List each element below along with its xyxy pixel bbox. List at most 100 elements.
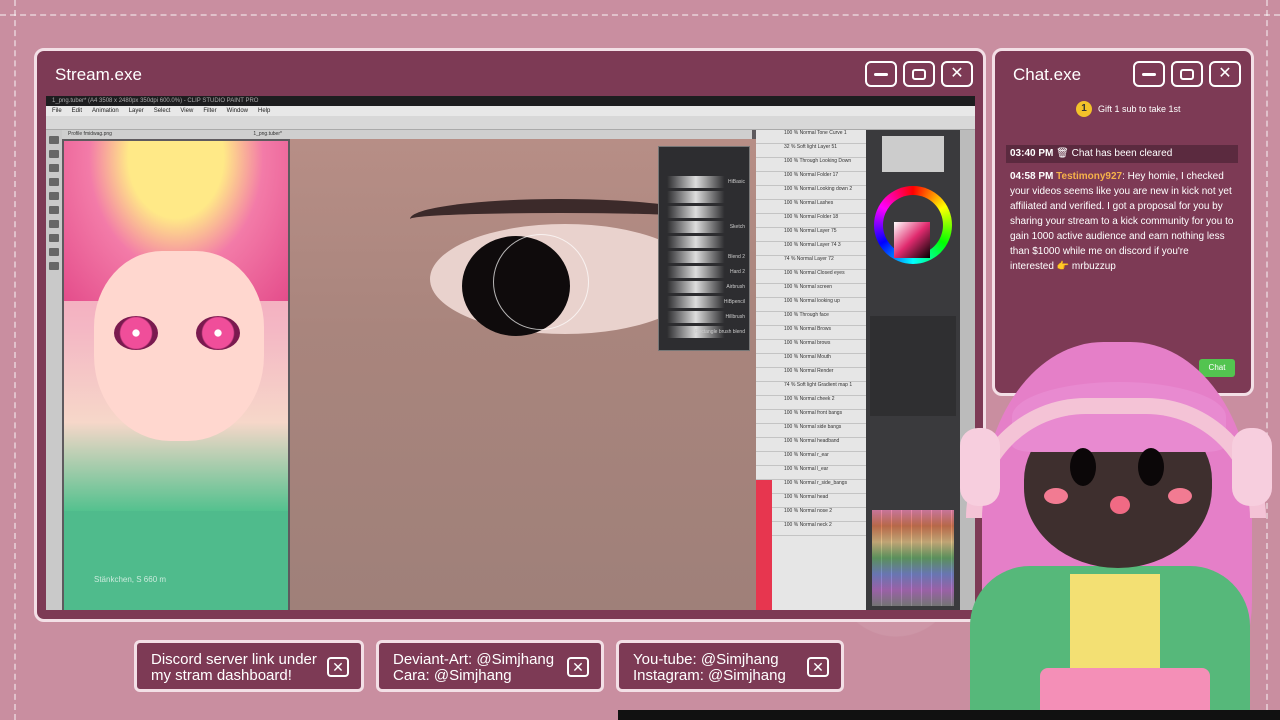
layer-row[interactable]: 100 % Normal l_ear (756, 466, 866, 480)
character-eye-right (196, 316, 240, 350)
headphone-ear-left (960, 428, 1000, 506)
layer-row[interactable]: 100 % Normal r_ear (756, 452, 866, 466)
tool-icon[interactable] (49, 248, 59, 256)
tool-property-panel[interactable] (870, 316, 956, 416)
close-icon[interactable]: ✕ (327, 657, 349, 677)
layer-row[interactable]: 100 % Normal neck 2 (756, 522, 866, 536)
layer-row[interactable]: 100 % Through face (756, 312, 866, 326)
color-square[interactable] (894, 222, 930, 258)
menu-animation[interactable]: Animation (92, 106, 119, 116)
layer-row[interactable]: 100 % Normal looking up (756, 298, 866, 312)
layer-row[interactable]: 100 % Normal Layer 75 (756, 228, 866, 242)
subtool-item[interactable]: Sketch (663, 221, 745, 233)
tool-icon[interactable] (49, 164, 59, 172)
layer-row[interactable]: 100 % Normal Brows (756, 326, 866, 340)
pinned-gift-banner[interactable]: 1 Gift 1 sub to take 1st (1076, 101, 1181, 117)
menu-filter[interactable]: Filter (203, 106, 216, 116)
tool-icon[interactable] (49, 178, 59, 186)
subtool-item[interactable]: Airbrush (663, 281, 745, 293)
close-icon[interactable]: ✕ (567, 657, 589, 677)
menu-view[interactable]: View (180, 106, 193, 116)
layer-row[interactable]: 100 % Normal Tone Curve 1 (756, 130, 866, 144)
color-history-swatches[interactable] (872, 510, 954, 606)
tool-icon[interactable] (49, 192, 59, 200)
minimize-icon[interactable] (1133, 61, 1165, 87)
layer-row[interactable]: 100 % Normal Mouth (756, 354, 866, 368)
avatar-cheek (1044, 488, 1068, 504)
subtool-item[interactable] (663, 191, 745, 203)
subtool-palette[interactable]: HiBasic Sketch Blend 2 Hard 2 Airbrush H… (658, 146, 750, 351)
preview-tab[interactable]: Profile fmidwag.png (68, 131, 112, 137)
subtool-item[interactable] (663, 236, 745, 248)
layer-row[interactable]: 100 % Normal screen (756, 284, 866, 298)
close-icon[interactable]: ✕ (1209, 61, 1241, 87)
layer-row[interactable]: 74 % Normal Layer 72 (756, 256, 866, 270)
tool-icon[interactable] (49, 206, 59, 214)
bottom-bar (618, 710, 1280, 720)
layer-row[interactable]: 100 % Normal Folder 18 (756, 214, 866, 228)
brush-cursor (493, 234, 589, 330)
app-menu-bar: File Edit Animation Layer Select View Fi… (46, 106, 975, 116)
layer-row[interactable]: 100 % Normal r_side_bangs (756, 480, 866, 494)
subtool-item[interactable]: Hillbrush (663, 311, 745, 323)
menu-window[interactable]: Window (227, 106, 248, 116)
layer-row[interactable]: 100 % Normal Lashes (756, 200, 866, 214)
app-title-bar: 1_png.tuber* (A4 3508 x 2480px 350dpi 60… (46, 96, 975, 106)
message-text: : Hey homie, I checked your videos seems… (1010, 171, 1234, 272)
trash-icon: 🗑 (1056, 148, 1072, 159)
layer-row[interactable]: 100 % Normal Looking down 2 (756, 186, 866, 200)
tool-palette[interactable] (46, 130, 62, 610)
subtool-item[interactable]: Hard 2 (663, 266, 745, 278)
character-jacket (64, 511, 288, 610)
layer-row[interactable]: 32 % Soft light Layer 51 (756, 144, 866, 158)
layer-color-strip (756, 480, 772, 610)
layer-row[interactable]: 100 % Normal nose 2 (756, 508, 866, 522)
layer-row[interactable]: 100 % Normal cheek 2 (756, 396, 866, 410)
system-text: Chat has been cleared (1071, 148, 1173, 159)
command-bar[interactable] (46, 116, 975, 130)
layer-palette[interactable]: 100 % Normal Tone Curve 1 32 % Soft light… (756, 130, 866, 610)
layer-row[interactable]: 100 % Normal side bangs (756, 424, 866, 438)
menu-help[interactable]: Help (258, 106, 270, 116)
menu-file[interactable]: File (52, 106, 62, 116)
subtool-item[interactable]: HiBasic (663, 176, 745, 188)
tool-icon[interactable] (49, 136, 59, 144)
avatar-eye-left (1070, 448, 1096, 486)
subtool-item[interactable]: Rectangle brush blend (663, 326, 745, 338)
layer-row[interactable]: 100 % Normal Layer 74 3 (756, 242, 866, 256)
maximize-icon[interactable] (1171, 61, 1203, 87)
canvas-tab[interactable]: 1_png.tuber* (253, 131, 282, 137)
canvas-tabs[interactable]: Profile fmidwag.png 1_png.tuber* (62, 130, 752, 139)
avatar-eye-right (1138, 448, 1164, 486)
close-icon[interactable]: ✕ (941, 61, 973, 87)
maximize-icon[interactable] (903, 61, 935, 87)
minimize-icon[interactable] (865, 61, 897, 87)
layer-row[interactable]: 100 % Normal brows (756, 340, 866, 354)
layer-row[interactable]: 100 % Normal headband (756, 438, 866, 452)
message-user[interactable]: Testimony927 (1056, 171, 1122, 182)
chat-window-title: Chat.exe (1013, 65, 1082, 84)
stitch-line (14, 0, 16, 720)
menu-edit[interactable]: Edit (72, 106, 82, 116)
subtool-item[interactable]: Blend 2 (663, 251, 745, 263)
layer-row[interactable]: 100 % Normal Folder 17 (756, 172, 866, 186)
clip-studio-screen: 1_png.tuber* (A4 3508 x 2480px 350dpi 60… (46, 96, 975, 610)
menu-layer[interactable]: Layer (129, 106, 144, 116)
deviantart-info-pill: Deviant-Art: @Simjhang Cara: @Simjhang ✕ (376, 640, 604, 692)
layer-row[interactable]: 100 % Normal Closed eyes (756, 270, 866, 284)
avatar-cheek (1168, 488, 1192, 504)
subtool-item[interactable]: HiBpencil (663, 296, 745, 308)
close-icon[interactable]: ✕ (807, 657, 829, 677)
tool-icon[interactable] (49, 150, 59, 158)
subtool-item[interactable] (663, 206, 745, 218)
layer-row[interactable]: 100 % Normal head (756, 494, 866, 508)
layer-row[interactable]: 100 % Through Looking Down (756, 158, 866, 172)
tool-icon[interactable] (49, 262, 59, 270)
tool-icon[interactable] (49, 234, 59, 242)
navigator-preview[interactable] (882, 136, 944, 172)
layer-row[interactable]: 74 % Soft light Gradient map 1 (756, 382, 866, 396)
menu-select[interactable]: Select (154, 106, 171, 116)
layer-row[interactable]: 100 % Normal Render (756, 368, 866, 382)
tool-icon[interactable] (49, 220, 59, 228)
layer-row[interactable]: 100 % Normal front bangs (756, 410, 866, 424)
